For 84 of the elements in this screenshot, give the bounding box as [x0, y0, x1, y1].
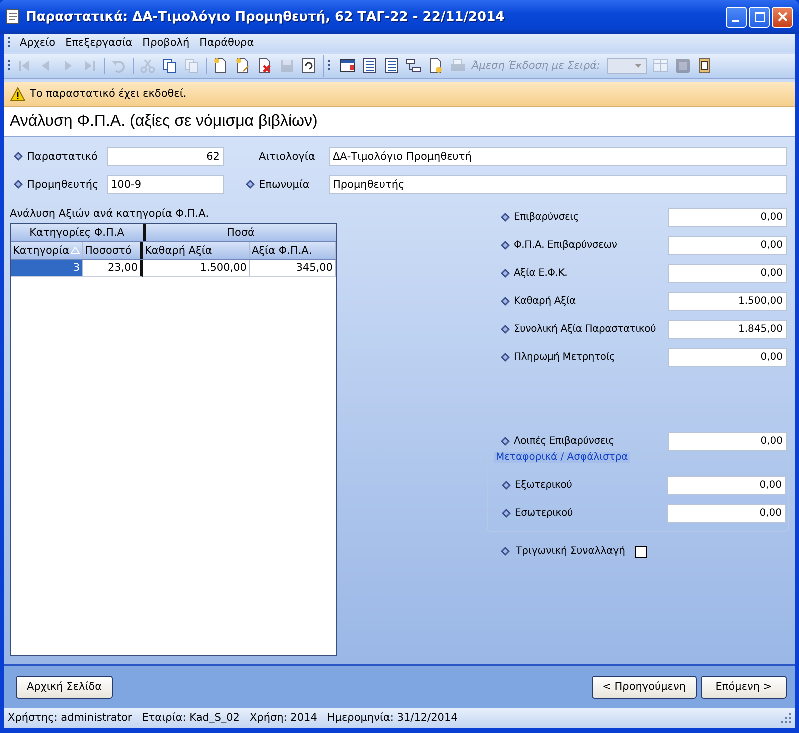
diamond-icon [501, 547, 510, 556]
section-heading: Ανάλυση Φ.Π.Α. (αξίες σε νόμισμα βιβλίων) [10, 112, 318, 130]
amount-field[interactable]: 0,00 [667, 504, 786, 523]
field-label: Εσωτερικού [515, 508, 574, 519]
minimize-button[interactable] [726, 6, 747, 28]
table-cell: 345,00 [250, 260, 336, 277]
clipboard-icon[interactable] [696, 58, 713, 74]
table-cell: 3 [11, 260, 83, 277]
diamond-icon [502, 509, 511, 518]
field-label: Επιβαρύνσεις [514, 212, 580, 223]
caret-icon [634, 64, 642, 68]
text-field[interactable]: Προμηθευτής [329, 175, 787, 194]
field-label: Παραστατικό [27, 150, 99, 162]
column-header[interactable]: Κατηγορία [11, 242, 83, 259]
resize-grip-icon [781, 713, 791, 723]
refresh-icon[interactable] [301, 58, 317, 74]
warning-message: Το παραστατικό έχει εκδοθεί. [30, 88, 187, 100]
edit-document-icon[interactable] [235, 58, 251, 74]
minimize-icon [732, 20, 738, 22]
text-field[interactable]: ΔΑ-Τιμολόγιο Προμηθευτή [329, 147, 787, 166]
close-button[interactable] [772, 6, 793, 28]
diamond-icon [501, 325, 510, 334]
grid-caption: Ανάλυση Αξιών ανά κατηγορία Φ.Π.Α. [10, 208, 210, 220]
new-document-icon[interactable] [213, 58, 229, 74]
field-label: Αξία Ε.Φ.Κ. [514, 268, 569, 279]
group-title: Μεταφορικά / Ασφάλιστρα [494, 452, 630, 463]
field-label: Εξωτερικού [515, 480, 574, 491]
field-label: Συνολική Αξία Παραστατικού [514, 324, 658, 335]
diamond-icon [501, 241, 510, 250]
amount-field[interactable]: 1.845,00 [668, 320, 787, 339]
home-page-button[interactable]: Αρχική Σελίδα [16, 676, 114, 698]
close-icon [778, 12, 788, 22]
tree-icon[interactable] [406, 58, 422, 74]
warning-icon [10, 86, 26, 102]
menu-item[interactable]: Προβολή [142, 37, 190, 49]
status-text: Ημερομηνία: 31/12/2014 [327, 712, 458, 724]
amount-field[interactable]: 0,00 [668, 264, 787, 283]
field-label: Τριγωνική Συναλλαγή [516, 546, 626, 557]
diamond-icon [501, 297, 510, 306]
status-text: Χρήση: 2014 [250, 712, 318, 724]
document-icon [6, 9, 20, 25]
list-icon[interactable] [384, 58, 400, 74]
table-cell: 1.500,00 [143, 260, 250, 277]
diamond-icon [501, 269, 510, 278]
maximize-icon [754, 12, 764, 22]
field-label: Προμηθευτής [27, 178, 100, 190]
table-cell: 23,00 [83, 260, 143, 277]
delete-document-icon[interactable] [257, 58, 273, 74]
column-header[interactable]: Καθαρή Αξία [143, 242, 250, 259]
field-label: Αιτιολογία [259, 150, 316, 162]
text-field[interactable]: 100-9 [107, 175, 224, 194]
diamond-icon [501, 213, 510, 222]
amount-field[interactable]: 0,00 [668, 348, 787, 367]
diamond-icon [501, 437, 510, 446]
field-label: Πληρωμή Μετρητοίς [514, 352, 616, 363]
window-title: Παραστατικά: ΔΑ-Τιμολόγιο Προμηθευτή, 62 ΤΑΓ-22 - 22/11/2014 [26, 10, 505, 24]
field-label: Επωνυμία [259, 178, 311, 190]
status-text: Εταιρία: Kad_S_02 [142, 712, 240, 724]
copy-icon[interactable] [162, 58, 178, 74]
amount-field[interactable]: 1.500,00 [668, 292, 787, 311]
diamond-icon [502, 481, 511, 490]
maximize-button[interactable] [749, 6, 770, 28]
field-label: Λοιπές Επιβαρύνσεις [514, 436, 616, 447]
menu-item[interactable]: Παράθυρα [200, 37, 254, 49]
column-header[interactable]: Αξία Φ.Π.Α. [250, 242, 336, 259]
checkbox[interactable] [635, 546, 648, 558]
amount-field[interactable]: 0,00 [667, 476, 786, 495]
report-icon[interactable] [428, 58, 444, 74]
menu-item[interactable]: Αρχείο [20, 37, 56, 49]
list-icon[interactable] [362, 58, 378, 74]
text-field[interactable]: 62 [107, 147, 224, 166]
form-icon[interactable] [340, 58, 356, 74]
column-group-header: Ποσά [226, 226, 256, 240]
menu-item[interactable]: Επεξεργασία [66, 37, 133, 49]
amount-field[interactable]: 0,00 [668, 236, 787, 255]
field-label: Φ.Π.Α. Επιβαρύνσεων [514, 240, 618, 251]
previous-button[interactable]: < Προηγούμενη [592, 676, 697, 698]
field-label: Καθαρή Αξία [514, 296, 577, 307]
amount-field[interactable]: 0,00 [668, 432, 787, 451]
amount-field[interactable]: 0,00 [668, 208, 787, 227]
toolbar-label: Άμεση Έκδοση με Σειρά: [472, 60, 601, 72]
next-button[interactable]: Επόμενη > [701, 676, 787, 698]
status-text: Χρήστης: administrator [8, 712, 132, 724]
diamond-icon [501, 353, 510, 362]
